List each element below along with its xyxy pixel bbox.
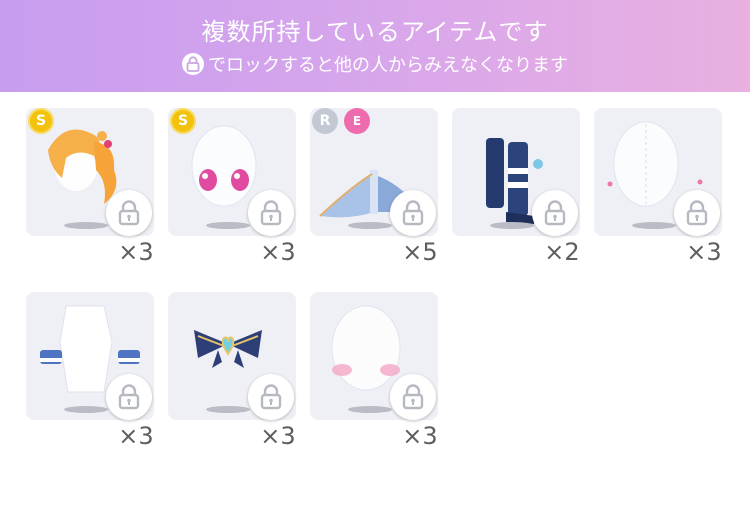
item-card[interactable]: ×3 [310,292,438,450]
banner-title: 複数所持しているアイテムです [201,18,549,46]
lock-icon [402,384,424,410]
banner-subtitle: でロックすると他の人からみえなくなります [208,55,568,76]
lock-icon [118,384,140,410]
lock-icon [544,200,566,226]
lock-toggle-button[interactable] [248,374,294,420]
info-banner: 複数所持しているアイテムです でロックすると他の人からみえなくなります [0,0,750,92]
item-count: ×2 [544,238,580,266]
item-count: ×5 [402,238,438,266]
lock-toggle-button[interactable] [248,190,294,236]
item-card[interactable]: R E ×5 [310,108,438,266]
item-card[interactable]: ×2 [452,108,580,266]
s-rank-badge: S [28,108,54,134]
lock-toggle-button[interactable] [390,374,436,420]
lock-toggle-button[interactable] [390,190,436,236]
lock-icon [260,200,282,226]
lock-icon [402,200,424,226]
lock-toggle-button[interactable] [674,190,720,236]
item-count: ×3 [118,238,154,266]
s-rank-badge: S [170,108,196,134]
item-count: ×3 [260,238,296,266]
lock-toggle-button[interactable] [532,190,578,236]
item-card[interactable]: ×3 [168,292,296,450]
item-card[interactable]: ×3 [26,292,154,450]
item-card[interactable]: S ×3 [26,108,154,266]
item-count: ×3 [686,238,722,266]
lock-icon [118,200,140,226]
lock-toggle-button[interactable] [106,190,152,236]
lock-icon [686,200,708,226]
r-rank-badge: R [312,108,338,134]
e-edit-badge: E [344,108,370,134]
item-count: ×3 [118,422,154,450]
lock-toggle-button[interactable] [106,374,152,420]
item-card[interactable]: S ×3 [168,108,296,266]
item-count: ×3 [260,422,296,450]
banner-subtitle-row: でロックすると他の人からみえなくなります [0,51,750,77]
item-card[interactable]: ×3 [594,108,722,266]
lock-icon [182,53,204,75]
lock-icon [260,384,282,410]
item-count: ×3 [402,422,438,450]
